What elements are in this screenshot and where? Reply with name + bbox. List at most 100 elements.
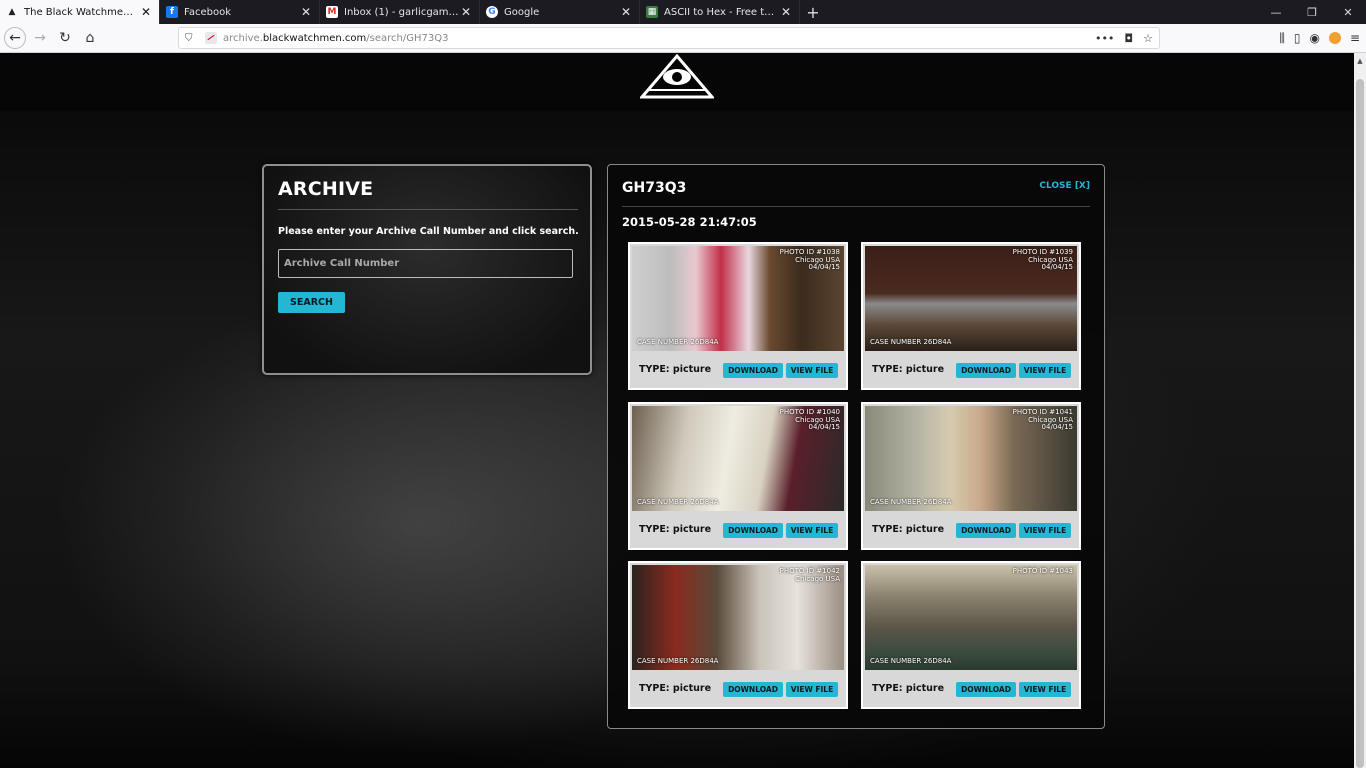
case-number: CASE NUMBER 26D84A [637, 498, 719, 506]
view-file-button[interactable]: VIEW FILE [1019, 682, 1071, 697]
download-button[interactable]: DOWNLOAD [723, 363, 783, 378]
photo-meta: PHOTO ID #1042 Chicago USA [779, 567, 840, 583]
watchmen-logo [640, 53, 714, 99]
photo-meta: PHOTO ID #1043 [1012, 567, 1073, 575]
photo-thumbnail[interactable]: PHOTO ID #1039 Chicago USA 04/04/15 CASE N… [865, 246, 1077, 351]
forward-icon[interactable]: → [29, 27, 51, 49]
tab-title: Facebook [184, 6, 231, 18]
result-card: PHOTO ID #1042 Chicago USA CASE NUMBER 26… [628, 561, 848, 709]
close-icon[interactable]: ✕ [619, 5, 633, 19]
download-button[interactable]: DOWNLOAD [723, 682, 783, 697]
toolbar-icons: ⫼ ▯ ◉ ≡ [1279, 27, 1360, 49]
photo-meta: PHOTO ID #1040 Chicago USA 04/04/15 [779, 408, 840, 431]
download-button[interactable]: DOWNLOAD [956, 682, 1016, 697]
view-file-button[interactable]: VIEW FILE [1019, 523, 1071, 538]
pocket-icon[interactable]: ◘ [1124, 32, 1133, 45]
file-type: TYPE: picture [872, 364, 945, 375]
facebook-icon: f [166, 6, 178, 18]
archive-instructions: Please enter your Archive Call Number an… [278, 226, 579, 237]
gmail-icon: M [326, 6, 338, 18]
navigation-bar: ← → ↻ ⌂ ⛉ archive.blackwatchmen.com/sear… [0, 24, 1366, 53]
case-number: CASE NUMBER 26D84A [870, 657, 952, 665]
results-panel: GH73Q3 CLOSE [X] 2015-05-28 21:47:05 PHO… [607, 164, 1105, 729]
view-file-button[interactable]: VIEW FILE [786, 363, 838, 378]
photo-meta: PHOTO ID #1039 Chicago USA 04/04/15 [1012, 248, 1073, 271]
result-card: PHOTO ID #1038 Chicago USA 04/04/15 CASE N… [628, 242, 848, 390]
google-icon: G [486, 6, 498, 18]
photo-thumbnail[interactable]: PHOTO ID #1040 Chicago USA 04/04/15 CASE N… [632, 406, 844, 511]
tab-title: ASCII to Hex - Free text conver [664, 6, 779, 18]
photo-thumbnail[interactable]: PHOTO ID #1042 Chicago USA CASE NUMBER 26… [632, 565, 844, 670]
photo-thumbnail[interactable]: PHOTO ID #1041 Chicago USA 04/04/15 CASE N… [865, 406, 1077, 511]
file-type: TYPE: picture [872, 524, 945, 535]
back-icon[interactable]: ← [4, 27, 26, 49]
url-text[interactable]: archive.blackwatchmen.com/search/GH73Q3 [223, 33, 448, 44]
case-number: CASE NUMBER 26D84A [870, 338, 952, 346]
rapidtables-icon: ▦ [646, 6, 658, 18]
download-button[interactable]: DOWNLOAD [956, 523, 1016, 538]
account-icon[interactable]: ◉ [1309, 31, 1319, 45]
result-timestamp: 2015-05-28 21:47:05 [622, 215, 757, 229]
view-file-button[interactable]: VIEW FILE [786, 523, 838, 538]
result-card: PHOTO ID #1040 Chicago USA 04/04/15 CASE N… [628, 402, 848, 550]
file-type: TYPE: picture [639, 524, 712, 535]
tab-ascii-to-hex[interactable]: ▦ ASCII to Hex - Free text conver ✕ [640, 0, 800, 24]
page-actions-icon[interactable]: ••• [1095, 32, 1114, 45]
menu-icon[interactable]: ≡ [1350, 31, 1360, 45]
insecure-lock-icon[interactable] [205, 32, 217, 44]
archive-title: ARCHIVE [278, 178, 374, 200]
result-call-number: GH73Q3 [622, 180, 687, 196]
home-icon[interactable]: ⌂ [79, 27, 101, 49]
case-number: CASE NUMBER 26D84A [870, 498, 952, 506]
search-button[interactable]: SEARCH [278, 292, 345, 313]
archive-panel: ARCHIVE Please enter your Archive Call N… [262, 164, 592, 375]
result-card: PHOTO ID #1039 Chicago USA 04/04/15 CASE N… [861, 242, 1081, 390]
photo-thumbnail[interactable]: PHOTO ID #1043 CASE NUMBER 26D84A [865, 565, 1077, 670]
url-bar[interactable]: ⛉ archive.blackwatchmen.com/search/GH73Q… [178, 27, 1160, 49]
close-icon[interactable]: ✕ [299, 5, 313, 19]
scroll-up-icon[interactable]: ▲ [1354, 57, 1366, 65]
new-tab-button[interactable]: + [800, 0, 826, 24]
result-card: PHOTO ID #1041 Chicago USA 04/04/15 CASE N… [861, 402, 1081, 550]
view-file-button[interactable]: VIEW FILE [786, 682, 838, 697]
result-card: PHOTO ID #1043 CASE NUMBER 26D84A TYPE: … [861, 561, 1081, 709]
close-button[interactable]: CLOSE [X] [1039, 181, 1090, 191]
shield-icon[interactable]: ⛉ [185, 33, 199, 44]
file-type: TYPE: picture [872, 683, 945, 694]
tab-title: Inbox (1) - garlicgaming1@gm [344, 6, 459, 18]
tab-gmail[interactable]: M Inbox (1) - garlicgaming1@gm ✕ [320, 0, 480, 24]
tab-facebook[interactable]: f Facebook ✕ [160, 0, 320, 24]
photo-meta: PHOTO ID #1038 Chicago USA 04/04/15 [779, 248, 840, 271]
download-button[interactable]: DOWNLOAD [723, 523, 783, 538]
close-window-icon[interactable]: ✕ [1330, 0, 1366, 24]
scrollbar-thumb[interactable] [1356, 79, 1364, 768]
page-scrollbar[interactable]: ▲ [1354, 53, 1366, 768]
sidebar-icon[interactable]: ▯ [1294, 31, 1301, 45]
restore-icon[interactable]: ❐ [1294, 0, 1330, 24]
minimize-icon[interactable]: — [1258, 0, 1294, 24]
download-button[interactable]: DOWNLOAD [956, 363, 1016, 378]
bookmark-star-icon[interactable]: ☆ [1143, 32, 1153, 45]
library-icon[interactable]: ⫼ [1279, 31, 1285, 46]
tab-black-watchmen[interactable]: ▲ The Black Watchmen Archive S ✕ [0, 0, 160, 24]
file-type: TYPE: picture [639, 683, 712, 694]
extension-icon[interactable] [1328, 32, 1341, 44]
close-icon[interactable]: ✕ [139, 5, 153, 19]
tab-title: Google [504, 6, 540, 18]
archive-call-number-input[interactable] [278, 249, 573, 278]
tab-title: The Black Watchmen Archive S [24, 6, 139, 18]
photo-meta: PHOTO ID #1041 Chicago USA 04/04/15 [1012, 408, 1073, 431]
close-icon[interactable]: ✕ [779, 5, 793, 19]
case-number: CASE NUMBER 26D84A [637, 657, 719, 665]
window-controls: — ❐ ✕ [1258, 0, 1366, 24]
view-file-button[interactable]: VIEW FILE [1019, 363, 1071, 378]
page-viewport: ARCHIVE Please enter your Archive Call N… [0, 53, 1354, 768]
close-icon[interactable]: ✕ [459, 5, 473, 19]
photo-thumbnail[interactable]: PHOTO ID #1038 Chicago USA 04/04/15 CASE N… [632, 246, 844, 351]
divider [278, 209, 578, 210]
divider [622, 206, 1090, 207]
file-type: TYPE: picture [639, 364, 712, 375]
tab-google[interactable]: G Google ✕ [480, 0, 640, 24]
case-number: CASE NUMBER 26D84A [637, 338, 719, 346]
reload-icon[interactable]: ↻ [54, 27, 76, 49]
